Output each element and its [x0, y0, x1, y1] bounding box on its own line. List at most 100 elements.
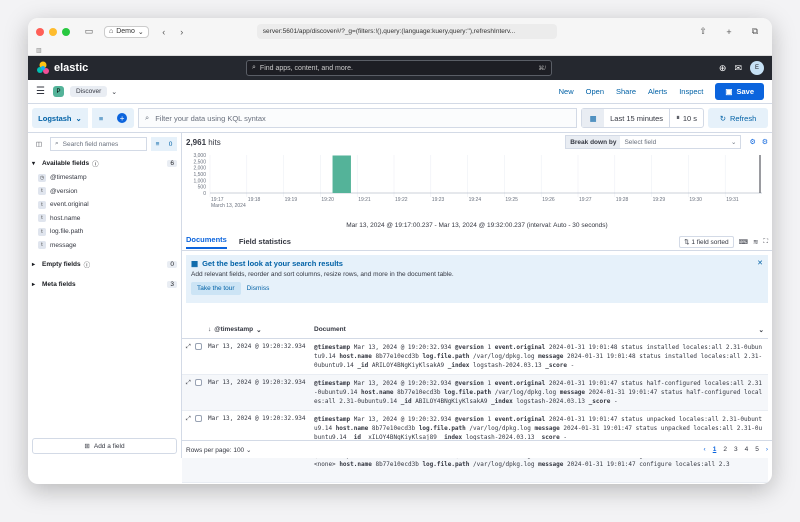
- refresh-interval[interactable]: ⏸ 10 s: [669, 109, 703, 127]
- share-icon[interactable]: ⇧: [696, 25, 710, 39]
- share-link[interactable]: Share: [616, 87, 636, 96]
- table-row[interactable]: ⤢ Mar 13, 2024 @ 19:20:32.934 @timestamp…: [182, 339, 768, 375]
- refresh-button[interactable]: ↻ Refresh: [708, 108, 768, 128]
- close-window-button[interactable]: [36, 27, 44, 36]
- close-icon[interactable]: ✕: [757, 259, 763, 267]
- profile-selector[interactable]: ⌂ Demo ⌄: [104, 25, 149, 38]
- help-icon[interactable]: ⊕: [719, 63, 727, 74]
- calendar-icon[interactable]: ▦: [582, 109, 605, 127]
- y-tick-label: 500: [198, 185, 207, 191]
- field-filter-button[interactable]: ≡ 0: [151, 137, 177, 151]
- doc-field-key: @timestamp: [314, 344, 351, 351]
- row-checkbox[interactable]: [194, 379, 202, 386]
- field-item[interactable]: ◷ @timestamp: [32, 171, 177, 185]
- open-link[interactable]: Open: [586, 87, 604, 96]
- keyboard-icon[interactable]: ⌨: [739, 238, 748, 246]
- prev-page-icon[interactable]: ‹: [704, 446, 706, 453]
- expand-row-icon[interactable]: ⤢: [186, 343, 191, 374]
- chevron-down-icon[interactable]: ⌄: [111, 88, 117, 96]
- data-view-picker[interactable]: Logstash ⌄: [32, 108, 88, 128]
- doc-field-key: event.original: [494, 380, 546, 387]
- column-document[interactable]: Document: [314, 326, 759, 333]
- breadcrumb[interactable]: Discover: [69, 86, 108, 97]
- row-document: @timestamp Mar 13, 2024 @ 19:20:32.934 @…: [314, 339, 768, 374]
- global-search-input[interactable]: ⌕ Find apps, content, and more. ⌘/: [246, 60, 552, 76]
- expand-row-icon[interactable]: ⤢: [186, 379, 191, 410]
- dismiss-button[interactable]: Dismiss: [247, 285, 270, 292]
- empty-fields-section[interactable]: ▸ Empty fields ⓘ 0: [32, 256, 177, 272]
- y-tick-label: 0: [203, 191, 206, 197]
- page-4[interactable]: 4: [745, 446, 749, 453]
- chevron-down-icon[interactable]: ⌄: [256, 326, 261, 334]
- field-item[interactable]: t host.name: [32, 212, 177, 226]
- page-2[interactable]: 2: [723, 446, 727, 453]
- chevron-right-icon: ▸: [32, 281, 36, 288]
- tab-documents[interactable]: Documents: [186, 235, 227, 249]
- add-filter-icon[interactable]: +: [117, 113, 128, 123]
- column-timestamp[interactable]: @timestamp: [214, 326, 253, 333]
- doc-field-key: host.name: [335, 425, 369, 432]
- field-item[interactable]: t @version: [32, 185, 177, 199]
- row-checkbox[interactable]: [194, 343, 202, 350]
- page-1[interactable]: 1: [713, 446, 717, 453]
- url-text: server:5601/app/discover#/?_g=(filters:!…: [262, 28, 516, 35]
- add-field-button[interactable]: ⊞ Add a field: [32, 438, 177, 454]
- row-checkbox[interactable]: [194, 415, 202, 422]
- forward-icon[interactable]: ›: [175, 25, 189, 39]
- fullscreen-icon[interactable]: ⛶: [763, 238, 768, 246]
- doc-field-value: logstash-2024.03.13: [473, 362, 542, 369]
- sidebar-toggle-icon[interactable]: ▭: [82, 25, 96, 39]
- alerts-link[interactable]: Alerts: [648, 87, 667, 96]
- elastic-logo[interactable]: elastic: [36, 61, 246, 75]
- maximize-window-button[interactable]: [62, 27, 70, 36]
- doc-field-key: message: [538, 353, 564, 360]
- page-3[interactable]: 3: [734, 446, 738, 453]
- time-picker[interactable]: ▦ Last 15 minutes ⏸ 10 s: [581, 108, 704, 128]
- available-fields-section[interactable]: ▾ Available fields ⓘ 6: [32, 155, 177, 171]
- display-options-icon[interactable]: ≋: [753, 238, 758, 246]
- sort-button[interactable]: ⇅ 1 field sorted: [679, 235, 734, 248]
- doc-field-key: event.original: [494, 344, 546, 351]
- address-bar[interactable]: server:5601/app/discover#/?_g=(filters:!…: [256, 24, 557, 39]
- tab-overview-icon[interactable]: ⧉: [748, 25, 762, 39]
- meta-fields-section[interactable]: ▸ Meta fields 3: [32, 276, 177, 292]
- chevron-down-icon[interactable]: ⌄: [759, 326, 764, 334]
- back-icon[interactable]: ‹: [157, 25, 171, 39]
- save-button[interactable]: ▣ Save: [715, 83, 764, 100]
- doc-field-value: 1: [487, 344, 492, 351]
- logo-text: elastic: [54, 62, 89, 74]
- next-page-icon[interactable]: ›: [766, 446, 768, 453]
- x-sub-label: March 13, 2024: [211, 203, 246, 209]
- discover-content: 2,961 hits Break down by Select field ⌄ ⚙…: [182, 133, 772, 483]
- page-5[interactable]: 5: [755, 446, 759, 453]
- kql-query-input[interactable]: ⌕ Filter your data using KQL syntax: [138, 108, 578, 128]
- settings-icon[interactable]: ⚙: [762, 138, 768, 146]
- filter-menu[interactable]: ≡ +: [92, 108, 134, 128]
- field-item[interactable]: t message: [32, 239, 177, 253]
- take-tour-button[interactable]: Take the tour: [191, 282, 241, 295]
- inspect-link[interactable]: Inspect: [679, 87, 703, 96]
- new-link[interactable]: New: [559, 87, 574, 96]
- field-item[interactable]: t log.file.path: [32, 225, 177, 239]
- breakdown-selector[interactable]: Break down by Select field ⌄: [565, 135, 742, 149]
- available-fields-list: ◷ @timestamp t @version t event.original t host…: [32, 171, 177, 252]
- field-item[interactable]: t event.original: [32, 198, 177, 212]
- field-search-input[interactable]: ⌕ Search field names: [50, 137, 147, 151]
- menu-icon[interactable]: ☰: [36, 86, 45, 97]
- filter-icon[interactable]: ≡: [99, 114, 103, 123]
- pinned-tabs-icon[interactable]: ▥: [36, 47, 42, 54]
- space-avatar[interactable]: P: [52, 86, 64, 97]
- table-row[interactable]: ⤢ Mar 13, 2024 @ 19:20:32.934 @timestamp…: [182, 375, 768, 411]
- minimize-window-button[interactable]: [49, 27, 57, 36]
- time-range-label[interactable]: Last 15 minutes: [604, 114, 669, 123]
- chart-options-icon[interactable]: ⚙: [749, 138, 755, 146]
- collapse-sidebar-icon[interactable]: ◫: [32, 140, 46, 148]
- news-feed-icon[interactable]: ✉: [734, 63, 742, 74]
- user-avatar[interactable]: E: [750, 61, 764, 75]
- tab-field-statistics[interactable]: Field statistics: [239, 237, 291, 246]
- meta-fields-count: 3: [167, 280, 177, 288]
- new-tab-icon[interactable]: +: [722, 25, 736, 39]
- rows-per-page-selector[interactable]: Rows per page: 100 ⌄: [186, 446, 251, 454]
- hits-count: 2,961 hits: [186, 138, 221, 147]
- sort-down-icon[interactable]: ↓: [208, 326, 211, 333]
